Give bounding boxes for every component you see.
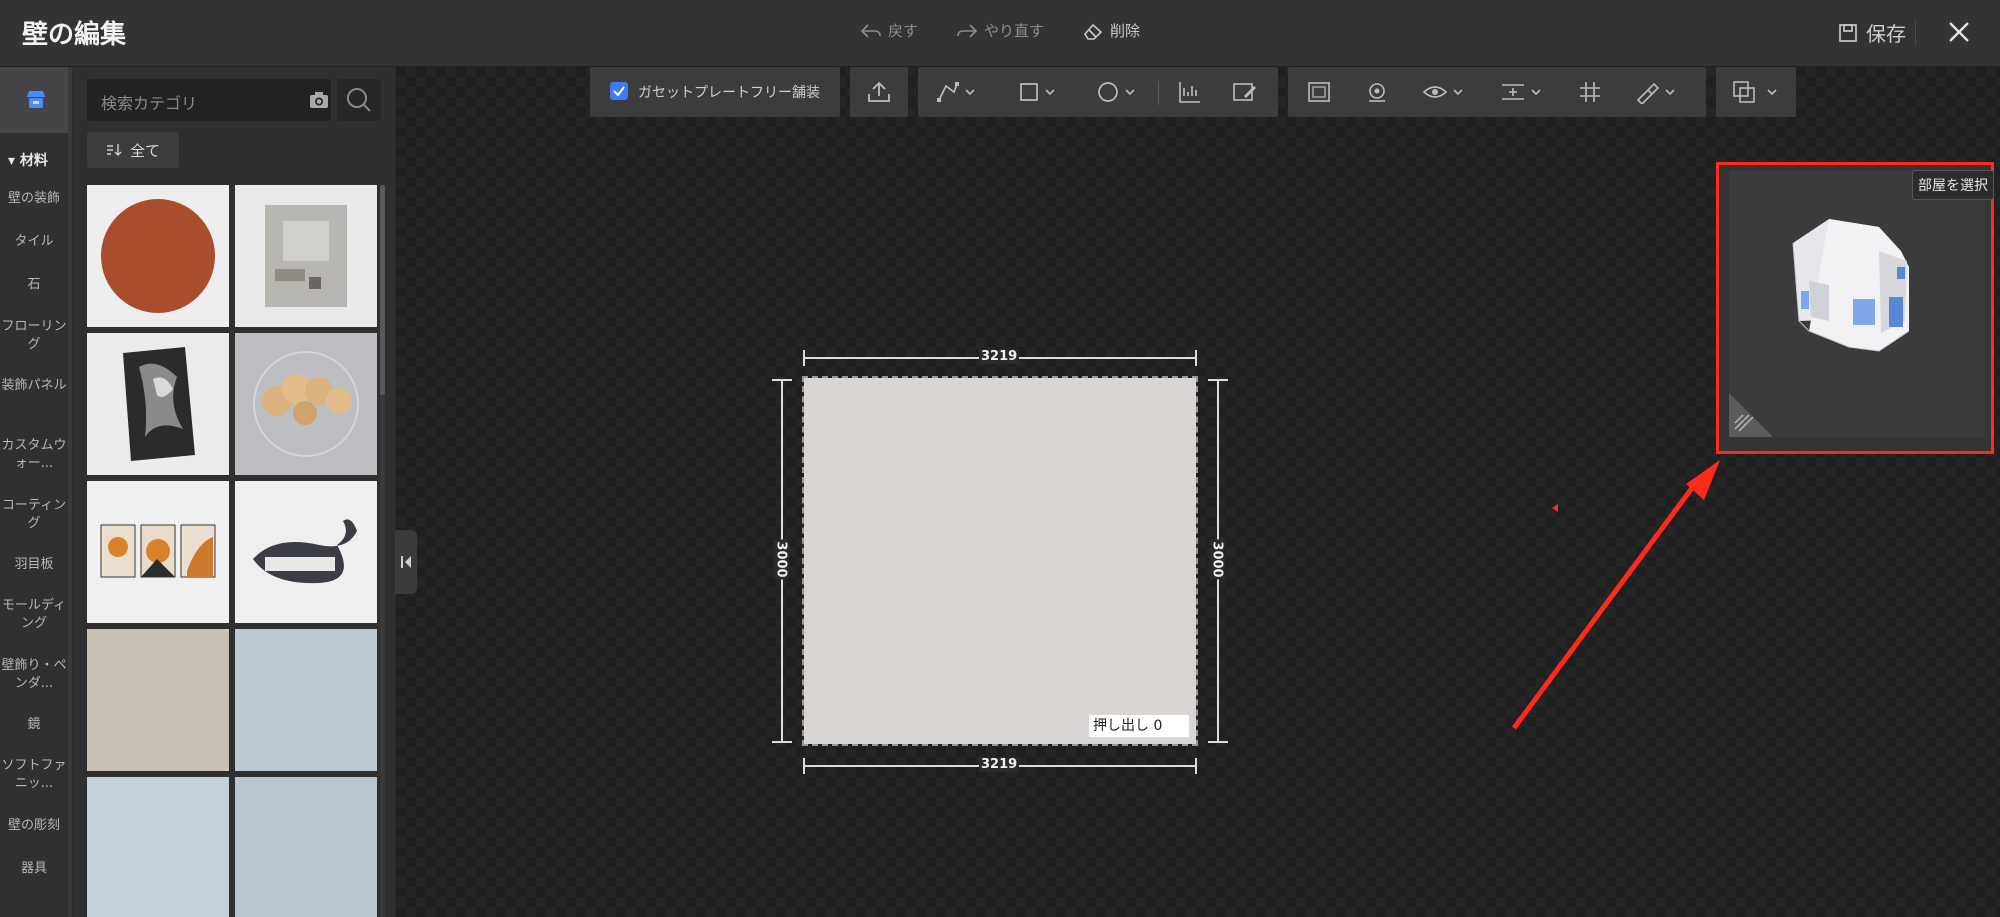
- annotation-arrow: [1511, 460, 1720, 730]
- red-marker: [1552, 504, 1558, 512]
